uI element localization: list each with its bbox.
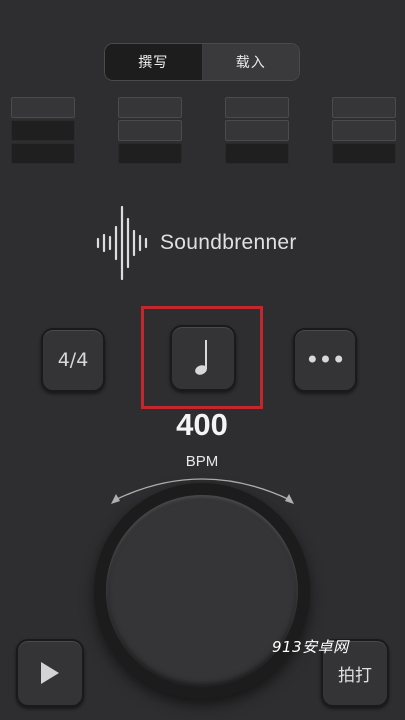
play-button[interactable]: [16, 639, 84, 707]
beat-level-cell: [11, 143, 75, 164]
tempo-dial[interactable]: [94, 483, 310, 699]
bpm-value: 400: [176, 407, 228, 442]
beat-1[interactable]: [11, 97, 75, 166]
beat-level-cell: [11, 97, 75, 118]
mode-segmented-control: 撰写 载入: [104, 43, 300, 81]
soundwave-icon: [96, 205, 148, 281]
logo-text: Soundbrenner: [160, 231, 297, 254]
beat-level-cell: [118, 97, 182, 118]
tempo-dial-knob[interactable]: [106, 495, 298, 687]
soundbrenner-logo: Soundbrenner: [96, 205, 297, 281]
tap-label: 拍打: [338, 665, 372, 686]
beat-level-cell: [118, 143, 182, 164]
beat-level-cell: [11, 120, 75, 141]
beat-level-cell: [225, 143, 289, 164]
time-signature-button[interactable]: 4/4: [41, 328, 105, 392]
time-signature-label: 4/4: [57, 349, 89, 371]
beat-2[interactable]: [118, 97, 182, 166]
beat-level-cell: [332, 143, 396, 164]
more-button[interactable]: •••: [293, 328, 357, 392]
beat-level-cell: [225, 120, 289, 141]
more-icon: •••: [305, 346, 345, 374]
beat-level-cell: [225, 97, 289, 118]
play-icon: [41, 662, 59, 684]
beat-level-cell: [332, 120, 396, 141]
highlight-frame: [141, 306, 263, 409]
load-tab[interactable]: 载入: [202, 44, 299, 80]
beat-level-cell: [118, 120, 182, 141]
beat-4[interactable]: [332, 97, 396, 166]
beat-level-cell: [332, 97, 396, 118]
compose-tab[interactable]: 撰写: [105, 44, 203, 80]
beat-3[interactable]: [225, 97, 289, 166]
watermark: 913安卓网: [272, 638, 349, 656]
